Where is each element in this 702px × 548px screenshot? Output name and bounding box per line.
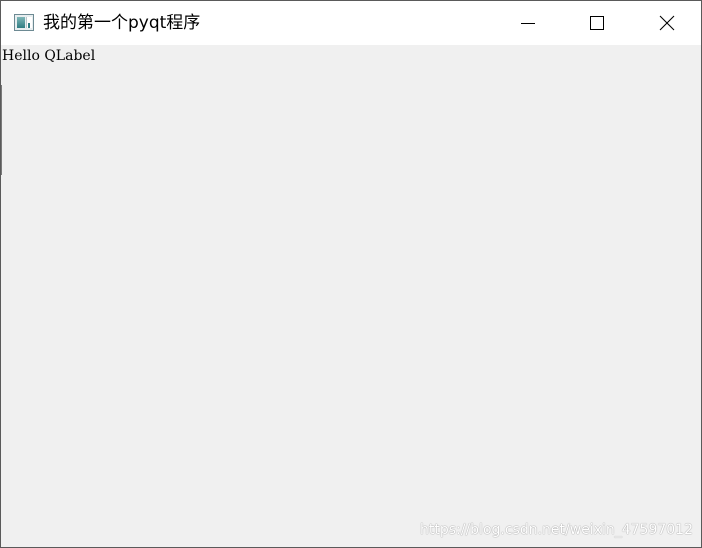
left-edge-divider <box>1 85 2 175</box>
maximize-button[interactable] <box>574 1 620 45</box>
close-icon <box>659 15 675 31</box>
minimize-icon <box>521 23 535 24</box>
watermark-text: https://blog.csdn.net/weixin_47597012 <box>419 522 693 538</box>
client-area: Hello QLabel https://blog.csdn.net/weixi… <box>1 45 701 547</box>
title-bar[interactable]: 我的第一个pyqt程序 <box>1 1 701 45</box>
minimize-button[interactable] <box>505 1 551 45</box>
window-title: 我的第一个pyqt程序 <box>43 13 201 33</box>
app-icon <box>14 14 34 31</box>
app-window: 我的第一个pyqt程序 Hello QLabel https://blog.cs… <box>0 0 702 548</box>
hello-label: Hello QLabel <box>2 48 96 64</box>
maximize-icon <box>590 16 604 30</box>
close-button[interactable] <box>644 1 690 45</box>
